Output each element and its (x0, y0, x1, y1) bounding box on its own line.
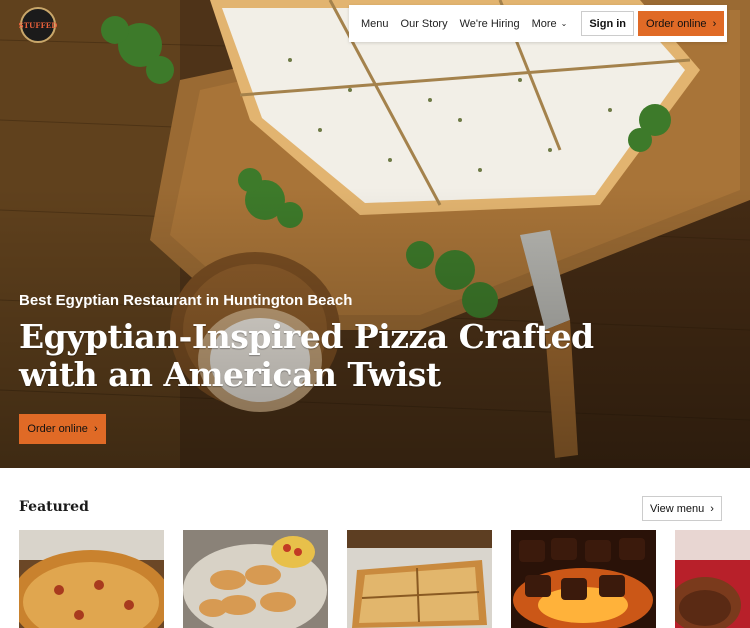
brand-logo[interactable]: STUFFED (18, 7, 58, 43)
chevron-right-icon: › (710, 502, 714, 515)
featured-item-card[interactable] (183, 530, 328, 628)
hero-headline-line1: Egyptian-Inspired Pizza Crafted (19, 317, 594, 356)
top-nav: Menu Our Story We're Hiring More ⌄ Sign … (349, 5, 727, 42)
featured-item-card[interactable] (675, 530, 750, 628)
hero-subheading: Best Egyptian Restaurant in Huntington B… (19, 292, 353, 309)
hero-headline-line2: with an American Twist (19, 355, 441, 394)
order-online-hero-button[interactable]: Order online › (19, 414, 106, 444)
nav-item-our-story[interactable]: Our Story (395, 18, 454, 30)
nav-item-more[interactable]: More ⌄ (526, 18, 574, 30)
hero-overlay (0, 0, 750, 468)
featured-item-image (511, 530, 656, 628)
nav-item-hiring[interactable]: We're Hiring (454, 18, 526, 30)
hero-section: STUFFED Menu Our Story We're Hiring More… (0, 0, 750, 468)
chevron-down-icon: ⌄ (560, 19, 568, 28)
order-online-label: Order online (27, 423, 88, 435)
order-online-label: Order online (646, 17, 707, 30)
featured-item-image (675, 530, 750, 628)
featured-item-card[interactable] (347, 530, 492, 628)
nav-item-label: Menu (361, 17, 389, 30)
view-menu-label: View menu (650, 502, 705, 515)
nav-item-label: We're Hiring (459, 17, 520, 30)
brand-logo-text: STUFFED (18, 20, 58, 30)
featured-item-card[interactable] (19, 530, 164, 628)
chevron-right-icon: › (712, 17, 717, 30)
featured-heading: Featured (19, 499, 89, 515)
featured-item-card[interactable] (511, 530, 656, 628)
order-online-nav-button[interactable]: Order online › (638, 11, 725, 36)
nav-item-menu[interactable]: Menu (355, 18, 395, 30)
featured-item-image (183, 530, 328, 628)
featured-item-image (19, 530, 164, 628)
sign-in-button[interactable]: Sign in (581, 11, 635, 36)
chevron-right-icon: › (93, 423, 98, 435)
hero-headline: Egyptian-Inspired Pizza Crafted with an … (19, 318, 619, 394)
featured-item-image (347, 530, 492, 628)
view-menu-button[interactable]: View menu › (642, 496, 722, 521)
nav-item-label: More (531, 17, 557, 30)
nav-item-label: Our Story (400, 17, 448, 30)
